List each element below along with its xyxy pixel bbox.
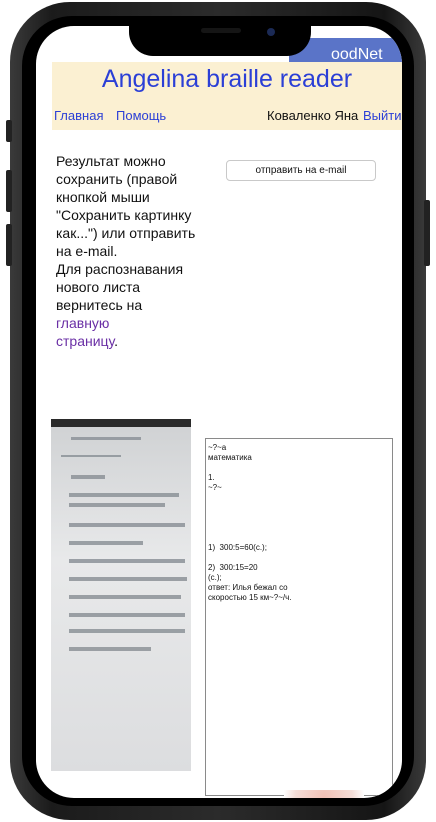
phone-notch bbox=[129, 26, 311, 56]
instruction-line: как...") или отправить bbox=[56, 225, 196, 241]
nav-help-link[interactable]: Помощь bbox=[116, 108, 166, 124]
side-button-left-1 bbox=[6, 120, 12, 142]
site-header: Angelina braille reader Главная Помощь К… bbox=[52, 62, 402, 130]
bottom-image-fragment bbox=[284, 790, 364, 798]
side-button-left-3 bbox=[6, 224, 12, 266]
braille-dots-image bbox=[61, 437, 187, 651]
instruction-line: на e-mail. bbox=[56, 243, 118, 259]
recognized-text-panel[interactable]: ~?~а математика 1. ~?~ 1) 300:5=60(с.); … bbox=[205, 438, 393, 796]
side-button-left-2 bbox=[6, 170, 12, 212]
send-email-button[interactable]: отправить на e-mail bbox=[226, 160, 376, 181]
instruction-line-with-link: вернитесь на главную bbox=[56, 296, 196, 332]
home-page-link[interactable]: главную bbox=[56, 315, 109, 331]
instruction-line: сохранить (правой bbox=[56, 171, 178, 187]
phone-screen: oodNet Angelina braille reader Главная П… bbox=[36, 26, 402, 798]
home-page-link-cont[interactable]: страницу bbox=[56, 333, 114, 349]
instruction-line: вернитесь на bbox=[56, 297, 143, 313]
front-camera bbox=[267, 28, 275, 36]
nav-home-link[interactable]: Главная bbox=[54, 108, 103, 124]
instruction-line: "Сохранить картинку bbox=[56, 207, 192, 223]
instruction-line: Результат можно bbox=[56, 153, 166, 169]
period: . bbox=[114, 333, 119, 349]
side-button-right bbox=[424, 200, 430, 266]
nav-logout-link[interactable]: Выйти bbox=[363, 108, 402, 124]
instruction-line: нового листа bbox=[56, 279, 141, 295]
instruction-line-with-link: страницу. bbox=[56, 332, 196, 350]
instruction-line: кнопкой мыши bbox=[56, 189, 150, 205]
site-title: Angelina braille reader bbox=[101, 65, 353, 93]
user-name: Коваленко Яна bbox=[267, 108, 359, 123]
instruction-line: Для распознавания bbox=[56, 261, 184, 277]
speaker-grille bbox=[201, 28, 241, 33]
braille-page-photo bbox=[51, 419, 191, 771]
result-instructions: Результат можно сохранить (правой кнопко… bbox=[56, 152, 196, 350]
